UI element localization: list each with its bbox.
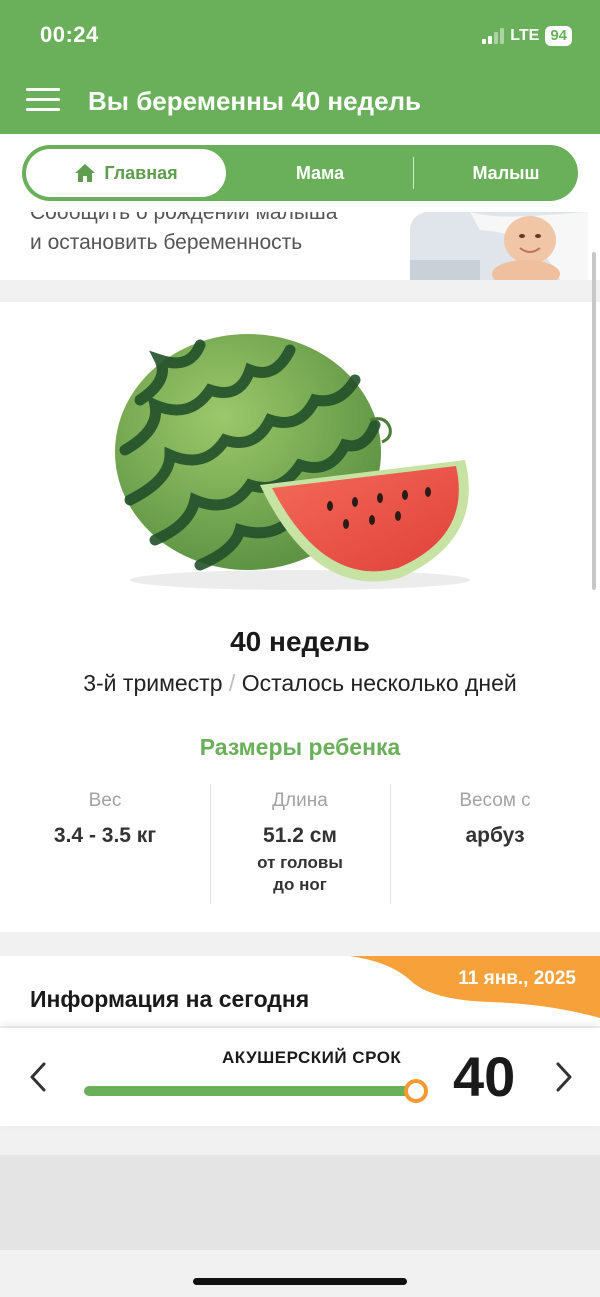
tab-divider [413,157,414,189]
tab-mama[interactable]: Мама [222,145,418,201]
home-indicator [193,1278,407,1285]
status-time: 00:24 [40,22,99,47]
term-slider-handle[interactable] [404,1079,428,1103]
chevron-left-icon[interactable] [26,1060,50,1094]
signal-icon [482,28,505,44]
length-note-2: до ног [273,875,327,894]
page-title: Вы беременны 40 недель [88,86,422,116]
battery-icon: 94 [545,26,572,46]
stat-compare: Весом с арбуз [390,790,600,848]
remaining-label: Осталось несколько дней [241,670,517,696]
term-slider-track[interactable] [84,1086,416,1096]
date-label: 11 янв., 2025 [458,968,576,989]
tab-baby[interactable]: Малыш [418,145,594,201]
banner-text: Сообщить о рождении малыша и остановить … [30,212,337,258]
home-icon [74,163,96,183]
banner-line-1: Сообщить о рождении малыша [30,212,338,224]
tab-home[interactable]: Главная [26,149,226,197]
length-note-1: от головы [257,853,343,872]
chevron-right-icon[interactable] [552,1060,576,1094]
separator: / [228,670,236,696]
baby-sizes-title: Размеры ребенка [199,734,401,760]
info-today-card[interactable]: 11 янв., 2025 Информация на сегодня [0,956,600,1026]
trimester-line: 3-й триместр / Осталось несколько дней [0,670,600,697]
menu-icon [26,88,60,91]
week-title: 40 недель [230,626,370,657]
scrollbar[interactable] [592,252,596,590]
menu-button[interactable] [26,86,62,114]
trimester-label: 3-й триместр [83,670,223,696]
baby-photo [410,212,588,280]
tab-switcher: Главная Мама Малыш [22,145,578,201]
birth-report-banner[interactable]: Сообщить о рождении малыша и остановить … [0,212,600,280]
length-value: 51.2 см [263,824,337,847]
info-title: Информация на сегодня [30,986,310,1012]
compare-label: Весом с [459,790,531,811]
watermelon-image [115,334,470,590]
tab-home-label: Главная [104,162,178,183]
weight-value: 3.4 - 3.5 кг [53,824,157,847]
compare-value: арбуз [465,824,525,847]
term-value: 40 [453,1045,516,1108]
status-indicators: LTE 94 [482,26,572,46]
network-type: LTE [510,27,540,44]
stat-weight: Вес 3.4 - 3.5 кг [20,790,190,848]
banner-line-2: и остановить беременность [30,231,303,254]
stat-length: Длина 51.2 см от головы до ног [210,790,390,896]
term-label: АКУШЕРСКИЙ СРОК [222,1048,402,1067]
length-label: Длина [272,790,328,811]
bottom-area [0,1155,600,1250]
weight-label: Вес [88,790,122,811]
